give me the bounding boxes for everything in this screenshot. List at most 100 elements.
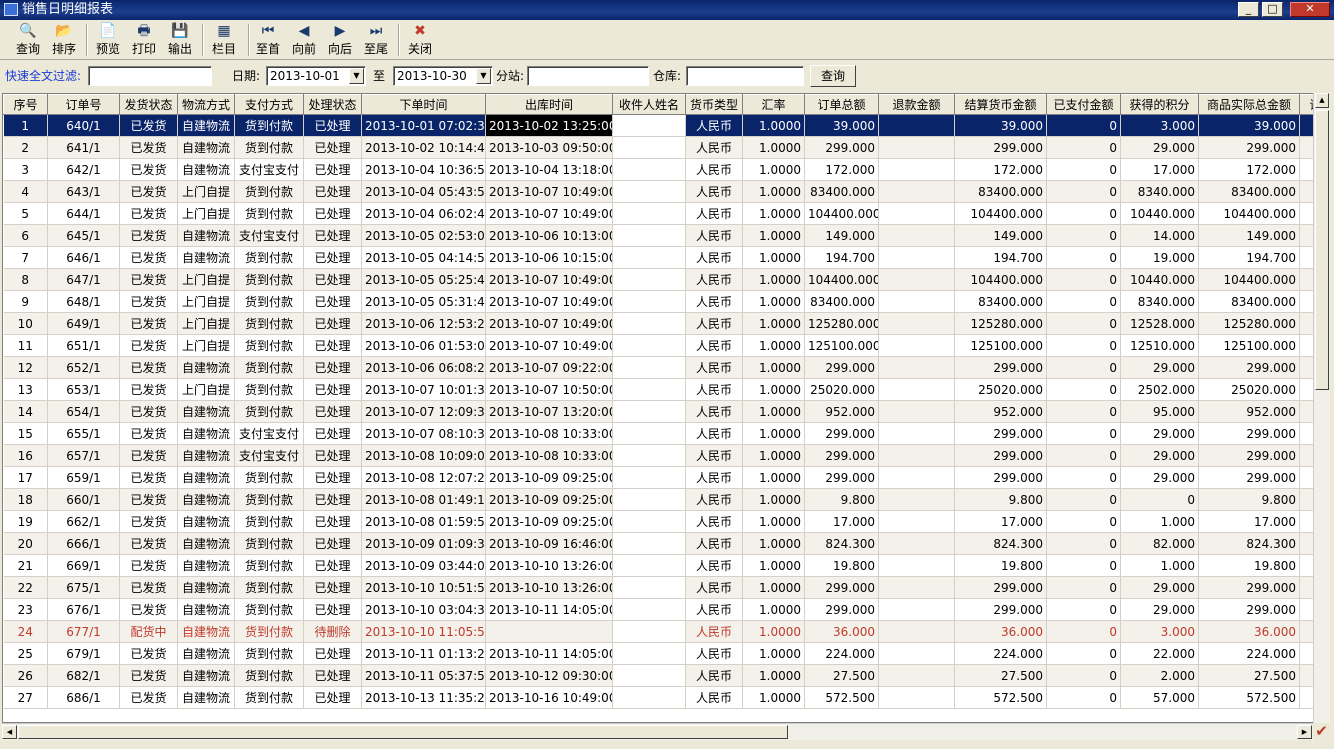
table-row[interactable]: 11 651/1 已发货 上门自提 货到付款 已处理 2013-10-06 01:53:06… — [3, 334, 1329, 357]
table-cell: 1.0000 — [742, 466, 805, 489]
column-header[interactable]: 发货状态 — [119, 94, 178, 115]
table-row[interactable]: 3 642/1 已发货 自建物流 支付宝支付 已处理 2013-10-04 10:36:50… — [3, 158, 1329, 181]
close-window-button[interactable]: ✕ — [1290, 2, 1330, 17]
table-cell — [878, 488, 955, 511]
prev-button[interactable]: ◀ 向前 — [288, 22, 320, 58]
last-button[interactable]: ⏭ 至尾 — [360, 22, 392, 58]
print-button[interactable]: 🖶 打印 — [128, 22, 160, 58]
horizontal-scroll-thumb[interactable] — [18, 725, 788, 739]
table-row[interactable]: 25 679/1 已发货 自建物流 货到付款 已处理 2013-10-11 01:13:26… — [3, 642, 1329, 665]
table-cell: 0 — [1046, 224, 1121, 247]
table-cell: 货到付款 — [234, 114, 304, 137]
column-header[interactable]: 序号 — [3, 94, 48, 115]
table-row[interactable]: 17 659/1 已发货 自建物流 货到付款 已处理 2013-10-08 12:07:28… — [3, 466, 1329, 489]
column-header[interactable]: 已支付金额 — [1046, 94, 1121, 115]
table-cell: 572.500 — [804, 686, 879, 709]
table-row[interactable]: 21 669/1 已发货 自建物流 货到付款 已处理 2013-10-09 03:44:08… — [3, 554, 1329, 577]
table-row[interactable]: 10 649/1 已发货 上门自提 货到付款 已处理 2013-10-06 12:53:28… — [3, 312, 1329, 335]
table-cell: 1.0000 — [742, 334, 805, 357]
table-cell — [878, 466, 955, 489]
table-row[interactable]: 12 652/1 已发货 自建物流 货到付款 已处理 2013-10-06 06:08:25… — [3, 356, 1329, 379]
table-row[interactable]: 22 675/1 已发货 自建物流 货到付款 已处理 2013-10-10 10:51:53… — [3, 576, 1329, 599]
column-header[interactable]: 支付方式 — [234, 94, 304, 115]
sort-button[interactable]: 📂 排序 — [48, 22, 80, 58]
column-header[interactable]: 订单总额 — [804, 94, 879, 115]
column-header[interactable]: 汇率 — [742, 94, 805, 115]
table-cell: 17.000 — [1198, 510, 1300, 533]
export-button[interactable]: 💾 输出 — [164, 22, 196, 58]
table-cell: 货到付款 — [234, 290, 304, 313]
table-row[interactable]: 4 643/1 已发货 上门自提 货到付款 已处理 2013-10-04 05:43:50 2… — [3, 180, 1329, 203]
next-button[interactable]: ▶ 向后 — [324, 22, 356, 58]
table-cell — [878, 136, 955, 159]
table-row[interactable]: 13 653/1 已发货 上门自提 货到付款 已处理 2013-10-07 10:01:33… — [3, 378, 1329, 401]
table-row[interactable]: 9 648/1 已发货 上门自提 货到付款 已处理 2013-10-05 05:31:47 2… — [3, 290, 1329, 313]
table-row[interactable]: 15 655/1 已发货 自建物流 支付宝支付 已处理 2013-10-07 08:10:3… — [3, 422, 1329, 445]
minimize-button[interactable]: _ — [1238, 2, 1259, 17]
scroll-up-icon[interactable]: ▲ — [1315, 93, 1329, 108]
column-header[interactable]: 商品实际总金额 — [1198, 94, 1300, 115]
scroll-right-icon[interactable]: ▶ — [1297, 725, 1312, 739]
substation-input[interactable] — [527, 66, 649, 86]
warehouse-input[interactable] — [686, 66, 804, 86]
table-cell: 支付宝支付 — [234, 444, 304, 467]
preview-button[interactable]: 📄 预览 — [92, 22, 124, 58]
table-cell: 125100.000 — [1198, 334, 1300, 357]
column-header[interactable]: 处理状态 — [303, 94, 362, 115]
column-header[interactable]: 结算货币金额 — [954, 94, 1047, 115]
date-to-select[interactable]: 2013-10-30 ▼ — [393, 66, 493, 86]
table-cell: 194.700 — [804, 246, 879, 269]
table-row[interactable]: 24 677/1 配货中 自建物流 货到付款 待删除 2013-10-10 11:05:56… — [3, 620, 1329, 643]
vertical-scrollbar[interactable]: ▲ — [1313, 93, 1330, 723]
chevron-down-icon[interactable]: ▼ — [349, 68, 364, 84]
first-button[interactable]: ⏮ 至首 — [252, 22, 284, 58]
chevron-down-icon[interactable]: ▼ — [476, 68, 491, 84]
column-header[interactable]: 收件人姓名 — [612, 94, 686, 115]
column-header[interactable]: 货币类型 — [685, 94, 743, 115]
date-from-select[interactable]: 2013-10-01 ▼ — [266, 66, 366, 86]
table-row[interactable]: 7 646/1 已发货 自建物流 货到付款 已处理 2013-10-05 04:14:54 2… — [3, 246, 1329, 269]
table-cell: 27.500 — [954, 664, 1047, 687]
table-row[interactable]: 8 647/1 已发货 上门自提 货到付款 已处理 2013-10-05 05:25:47 2… — [3, 268, 1329, 291]
search-icon: 🔍 — [19, 23, 37, 39]
table-row[interactable]: 23 676/1 已发货 自建物流 货到付款 已处理 2013-10-10 03:04:37… — [3, 598, 1329, 621]
table-cell — [878, 114, 955, 137]
column-header[interactable]: 出库时间 — [485, 94, 613, 115]
scroll-left-icon[interactable]: ◀ — [2, 725, 17, 739]
table-cell: 已发货 — [119, 466, 178, 489]
quick-filter-input[interactable] — [88, 66, 212, 86]
table-row[interactable]: 26 682/1 已发货 自建物流 货到付款 已处理 2013-10-11 05:37:58… — [3, 664, 1329, 687]
vertical-scroll-thumb[interactable] — [1315, 110, 1329, 390]
table-cell: 已处理 — [303, 444, 362, 467]
column-header[interactable]: 下单时间 — [361, 94, 486, 115]
table-row[interactable]: 18 660/1 已发货 自建物流 货到付款 已处理 2013-10-08 01:49:16… — [3, 488, 1329, 511]
column-header[interactable]: 物流方式 — [177, 94, 235, 115]
table-row[interactable]: 27 686/1 已发货 自建物流 货到付款 已处理 2013-10-13 11:35:28… — [3, 686, 1329, 709]
table-row[interactable]: 20 666/1 已发货 自建物流 货到付款 已处理 2013-10-09 01:09:35… — [3, 532, 1329, 555]
table-row[interactable]: 2 641/1 已发货 自建物流 货到付款 已处理 2013-10-02 10:14:45 2… — [3, 136, 1329, 159]
table-row[interactable]: 6 645/1 已发货 自建物流 支付宝支付 已处理 2013-10-05 02:53:05… — [3, 224, 1329, 247]
maximize-button[interactable]: □ — [1262, 2, 1283, 17]
table-row[interactable]: 16 657/1 已发货 自建物流 支付宝支付 已处理 2013-10-08 10:09:0… — [3, 444, 1329, 467]
table-cell: 已发货 — [119, 532, 178, 555]
column-header[interactable]: 获得的积分 — [1120, 94, 1199, 115]
table-cell: 自建物流 — [177, 686, 235, 709]
table-row[interactable]: 14 654/1 已发货 自建物流 货到付款 已处理 2013-10-07 12:09:30… — [3, 400, 1329, 423]
columns-button[interactable]: ▦ 栏目 — [208, 22, 240, 58]
table-cell: 299.000 — [804, 136, 879, 159]
column-header[interactable]: 退款金额 — [878, 94, 955, 115]
column-header[interactable]: 订单号 — [47, 94, 120, 115]
table-row[interactable]: 19 662/1 已发货 自建物流 货到付款 已处理 2013-10-08 01:59:58… — [3, 510, 1329, 533]
table-cell: 29.000 — [1120, 466, 1199, 489]
table-row[interactable]: 1 640/1 已发货 自建物流 货到付款 已处理 2013-10-01 07:02:37 2… — [3, 114, 1329, 137]
table-cell — [612, 576, 686, 599]
table-row[interactable]: 5 644/1 已发货 上门自提 货到付款 已处理 2013-10-04 06:02:46 2… — [3, 202, 1329, 225]
table-cell: 16 — [3, 444, 48, 467]
table-cell: 10440.000 — [1120, 202, 1199, 225]
query-button[interactable]: 查询 — [810, 65, 856, 87]
horizontal-scrollbar[interactable]: ◀ ▶ — [2, 723, 1313, 740]
close-button[interactable]: ✖ 关闭 — [404, 22, 436, 58]
table-cell: 643/1 — [47, 180, 120, 203]
table-cell: 1.0000 — [742, 136, 805, 159]
query-button[interactable]: 🔍 查询 — [12, 22, 44, 58]
